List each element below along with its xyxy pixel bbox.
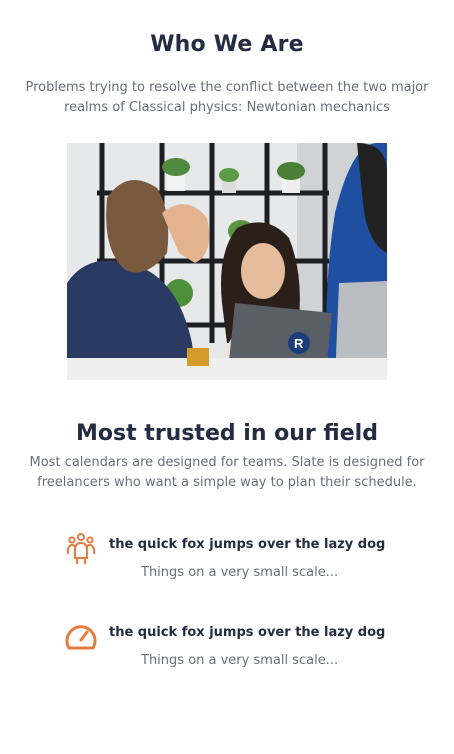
team-photo: R [67,143,387,380]
speedometer-icon [64,620,98,654]
team-icon [64,532,98,566]
svg-text:R: R [294,336,304,351]
trusted-title: Most trusted in our field [76,421,378,446]
feature-description: Things on a very small scale... [141,653,339,668]
feature-title: the quick fox jumps over the lazy dog [109,537,386,552]
trusted-description: Most calendars are designed for teams. S… [29,455,425,490]
page: Who We Are Problems trying to resolve th… [0,0,454,754]
who-we-are-description: Problems trying to resolve the conflict … [25,80,429,115]
feature-title: the quick fox jumps over the lazy dog [109,625,386,640]
who-we-are-title: Who We Are [150,32,304,57]
feature-description: Things on a very small scale... [141,565,339,580]
